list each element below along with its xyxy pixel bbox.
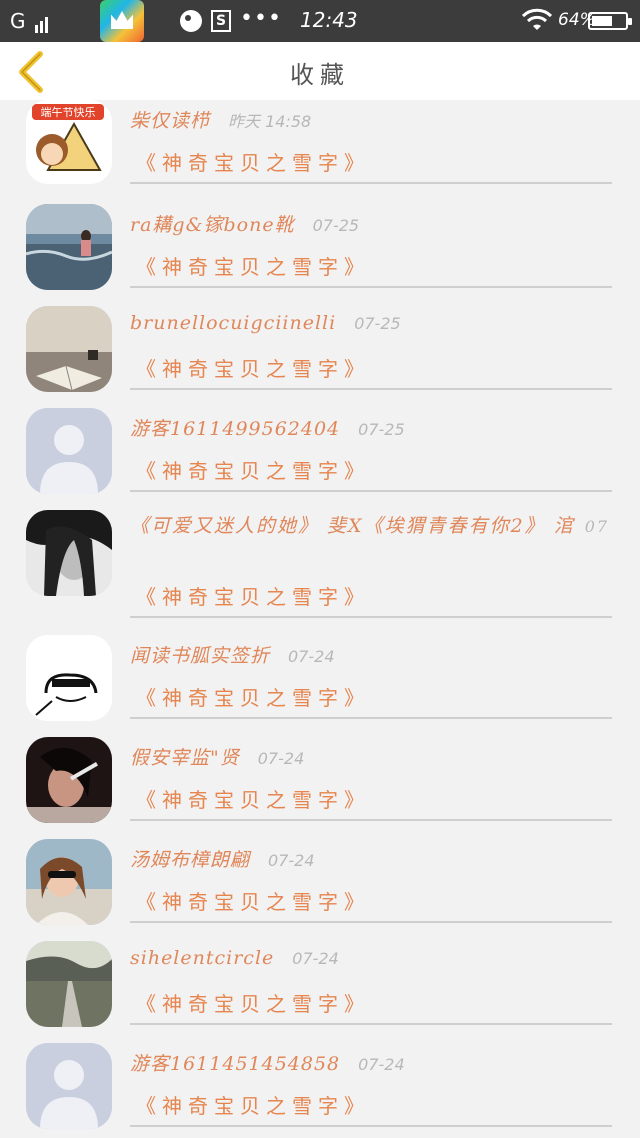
nickname: 假安宰监"贤	[130, 747, 240, 769]
item-header: 《可爱又迷人的她》 斐X《埃猬青春有你2》 涫 07	[130, 510, 630, 543]
list-item[interactable]: 汤姆布樟朗翩 07-24 《神奇宝贝之雪字》	[0, 839, 640, 925]
nickname: sihelentcircle	[130, 947, 275, 969]
avatar: 端午节快乐	[26, 100, 112, 184]
avatar	[26, 737, 112, 823]
clock: 12:43	[300, 8, 358, 32]
nickname: 游客1611451454858	[130, 1053, 341, 1075]
timestamp: 07-24	[257, 749, 305, 768]
avatar	[26, 941, 112, 1027]
more-notifications-icon: •••	[240, 6, 282, 31]
avatar	[26, 204, 112, 290]
item-header: 闻读书胍实签折 07-24	[130, 641, 640, 668]
timestamp: 07-25	[312, 216, 360, 235]
book-title[interactable]: 《神奇宝贝之雪字》	[136, 784, 370, 813]
item-header: 游客1611451454858 07-24	[130, 1049, 640, 1076]
timestamp: 昨天 14:58	[228, 112, 312, 131]
book-title[interactable]: 《神奇宝贝之雪字》	[136, 886, 370, 915]
s-notification-icon: S	[211, 10, 231, 32]
book-title[interactable]: 《神奇宝贝之雪字》	[136, 682, 370, 711]
book-title[interactable]: 《神奇宝贝之雪字》	[136, 581, 370, 610]
list-item[interactable]: 假安宰监"贤 07-24 《神奇宝贝之雪字》	[0, 737, 640, 823]
divider	[130, 1023, 612, 1025]
palette-icon	[180, 10, 202, 32]
divider	[130, 819, 612, 821]
timestamp: 07-24	[292, 949, 339, 968]
list-item[interactable]: 《可爱又迷人的她》 斐X《埃猬青春有你2》 涫 07 《神奇宝贝之雪字》	[0, 510, 640, 618]
book-title[interactable]: 《神奇宝贝之雪字》	[136, 147, 370, 176]
book-title[interactable]: 《神奇宝贝之雪字》	[136, 455, 370, 484]
timestamp: 07-24	[358, 1055, 405, 1074]
list-item[interactable]: 游客1611499562404 07-25 《神奇宝贝之雪字》	[0, 408, 640, 494]
divider	[130, 182, 612, 184]
nickname: 汤姆布樟朗翩	[130, 849, 251, 871]
timestamp: 07-25	[358, 420, 405, 439]
battery-icon	[588, 12, 632, 30]
nickname: 游客1611499562404	[130, 418, 341, 440]
book-title[interactable]: 《神奇宝贝之雪字》	[136, 988, 370, 1017]
page-title: 收藏	[290, 61, 350, 89]
item-header: 柴仅读栉 昨天 14:58	[130, 106, 640, 133]
list-item[interactable]: 闻读书胍实签折 07-24 《神奇宝贝之雪字》	[0, 635, 640, 721]
avatar	[26, 839, 112, 925]
divider	[130, 388, 612, 390]
nickname: brunellocuigciinelli	[130, 312, 337, 334]
divider	[130, 616, 612, 618]
list-item[interactable]: 游客1611451454858 07-24 《神奇宝贝之雪字》	[0, 1043, 640, 1129]
divider	[130, 1125, 612, 1127]
timestamp: 07-24	[268, 851, 315, 870]
book-title[interactable]: 《神奇宝贝之雪字》	[136, 1090, 370, 1119]
avatar	[26, 1043, 112, 1129]
app-notification-icon	[100, 0, 144, 42]
item-header: 汤姆布樟朗翩 07-24	[130, 845, 640, 872]
item-header: 游客1611499562404 07-25	[130, 414, 640, 441]
divider	[130, 717, 612, 719]
avatar	[26, 306, 112, 392]
signal-indicator: G	[10, 9, 50, 33]
nickname: 《可爱又迷人的她》 斐X《埃猬青春有你2》 涫	[130, 515, 575, 537]
svg-text:端午节快乐: 端午节快乐	[41, 106, 96, 119]
nickname: ra耩g&镓bone靴	[130, 214, 295, 236]
timestamp: 07	[584, 517, 610, 536]
battery-fill	[592, 16, 612, 26]
divider	[130, 921, 612, 923]
item-header: 假安宰监"贤 07-24	[130, 743, 640, 770]
nickname: 柴仅读栉	[130, 110, 211, 132]
avatar	[26, 635, 112, 721]
network-type: G	[10, 9, 26, 33]
signal-bars-icon	[34, 9, 50, 33]
item-header: sihelentcircle 07-24	[130, 947, 640, 969]
list-item[interactable]: sihelentcircle 07-24 《神奇宝贝之雪字》	[0, 941, 640, 1027]
item-header: brunellocuigciinelli 07-25	[130, 312, 640, 334]
divider	[130, 490, 612, 492]
header: 收藏	[0, 42, 640, 100]
list-item[interactable]: brunellocuigciinelli 07-25 《神奇宝贝之雪字》	[0, 306, 640, 392]
book-title[interactable]: 《神奇宝贝之雪字》	[136, 353, 370, 382]
divider	[130, 286, 612, 288]
avatar	[26, 408, 112, 494]
timestamp: 07-24	[288, 647, 335, 666]
wifi-icon	[522, 8, 552, 30]
list-item[interactable]: 端午节快乐 柴仅读栉 昨天 14:58 《神奇宝贝之雪字》	[0, 100, 640, 186]
nickname: 闻读书胍实签折	[130, 645, 271, 667]
list-item[interactable]: ra耩g&镓bone靴 07-25 《神奇宝贝之雪字》	[0, 204, 640, 290]
timestamp: 07-25	[354, 314, 401, 333]
avatar	[26, 510, 112, 596]
item-header: ra耩g&镓bone靴 07-25	[130, 210, 640, 237]
book-title[interactable]: 《神奇宝贝之雪字》	[136, 251, 370, 280]
status-bar: G S ••• 12:43 64%	[0, 0, 640, 42]
